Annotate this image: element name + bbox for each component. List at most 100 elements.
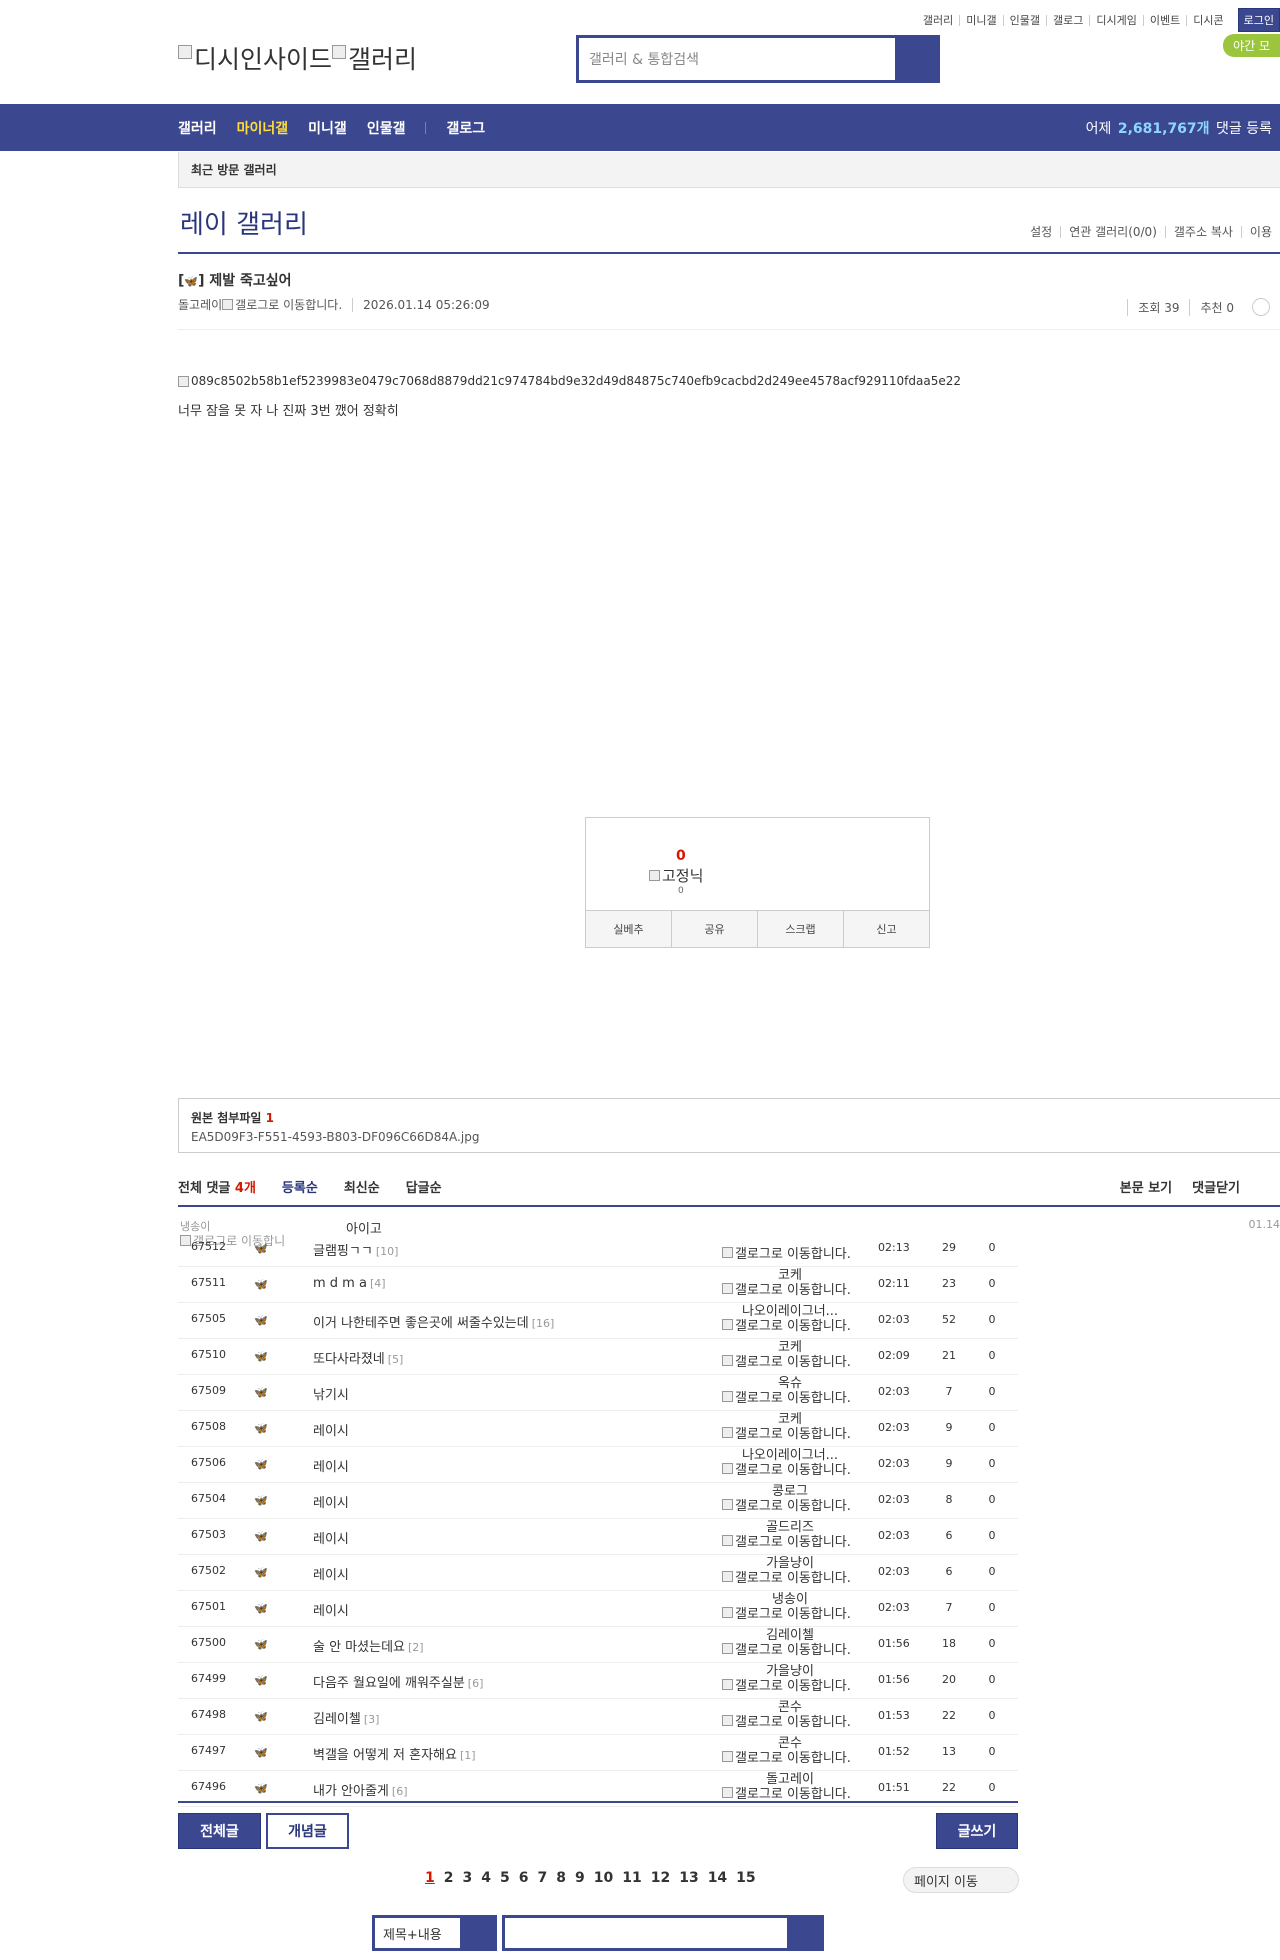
copy-address-link[interactable]: 갤주소 복사 [1164, 226, 1241, 238]
table-row[interactable]: 67508 🦋 레이시 코케 갤로그로 이동합니다. 02:03 9 0 [178, 1411, 1018, 1447]
util-link-persongall[interactable]: 인물갤 [1002, 14, 1046, 26]
fixed-nick-recommend[interactable]: 고정닉 [649, 865, 703, 886]
table-row[interactable]: 67499 🦋 다음주 월요일에 깨워주실분 [6] 가을냥이 갤로그로 이동합니다. 01… [178, 1663, 1018, 1699]
tab-reply-order[interactable]: 답글순 [406, 1177, 442, 1196]
writer-gallog-link[interactable]: 갤로그로 이동합니다. [722, 1387, 851, 1406]
gnb-item-persongall[interactable]: 인물갤 [367, 118, 406, 138]
writer-gallog-link[interactable]: 갤로그로 이동합니다. [722, 1531, 851, 1550]
post-list-title[interactable]: 김레이첼 [3] [313, 1708, 379, 1727]
report-button[interactable]: 신고 [843, 911, 929, 947]
util-link-dcgame[interactable]: 디시게임 [1089, 14, 1142, 26]
post-list-title[interactable]: 글램핑ㄱㄱ [10] [313, 1240, 398, 1259]
night-mode-button[interactable]: 야간 모 [1223, 34, 1280, 57]
writer-gallog-link[interactable]: 갤로그로 이동합니다. [722, 1603, 851, 1622]
page-link[interactable]: 14 [708, 1870, 727, 1886]
writer-gallog-link[interactable]: 갤로그로 이동합니다. [722, 1567, 851, 1586]
post-list-title[interactable]: 레이시 [313, 1456, 352, 1475]
post-list-title[interactable]: 레이시 [313, 1564, 352, 1583]
post-list-title[interactable]: 또다사라졌네 [5] [313, 1348, 403, 1367]
concept-posts-button[interactable]: 개념글 [266, 1813, 349, 1849]
best-recommend-button[interactable]: 실베추 [586, 911, 671, 947]
post-list-title[interactable]: m d m a [4] [313, 1276, 386, 1291]
gnb-item-minorgall[interactable]: 마이너갤 [237, 118, 289, 138]
page-link[interactable]: 6 [519, 1870, 529, 1886]
writer-gallog-link[interactable]: 갤로그로 이동합니다. [722, 1783, 851, 1802]
post-list-title[interactable]: 다음주 월요일에 깨워주실분 [6] [313, 1672, 483, 1691]
write-button[interactable]: 글쓰기 [936, 1813, 1018, 1849]
more-button[interactable] [1252, 298, 1270, 316]
table-row[interactable]: 67509 🦋 낚기시 옥슈 갤로그로 이동합니다. 02:03 7 0 [178, 1375, 1018, 1411]
writer-gallog-link[interactable]: 갤로그로 이동합니다. [722, 1747, 851, 1766]
writer-gallog-link[interactable]: 갤로그로 이동합니다. [722, 1711, 851, 1730]
writer-gallog-link[interactable]: 갤로그로 이동합니다. [722, 1279, 851, 1298]
post-list-title[interactable]: 낚기시 [313, 1384, 352, 1403]
util-link-gallery[interactable]: 갤러리 [917, 15, 959, 26]
writer-gallog-link[interactable]: 갤로그로 이동합니다. [722, 1675, 851, 1694]
table-row[interactable]: 67511 🦋 m d m a [4] 코케 갤로그로 이동합니다. 02:11 23 0 [178, 1267, 1018, 1303]
table-row[interactable]: 67506 🦋 레이시 나오이레이그너... 갤로그로 이동합니다. 02:03 9 0 [178, 1447, 1018, 1483]
table-row[interactable]: 67500 🦋 술 안 마셨는데요 [2] 김레이첼 갤로그로 이동합니다. 01:56 18… [178, 1627, 1018, 1663]
all-posts-button[interactable]: 전체글 [178, 1813, 261, 1849]
gallog-link[interactable]: 갤로그로 이동합니다. [235, 296, 342, 313]
post-author[interactable]: 돌고레이 [178, 296, 222, 313]
post-image[interactable]: 089c8502b58b1ef5239983e0479c7068d8879dd2… [178, 374, 961, 388]
util-link-event[interactable]: 이벤트 [1142, 14, 1186, 26]
page-link[interactable]: 12 [651, 1870, 670, 1886]
post-list-title[interactable]: 내가 안아줄게 [6] [313, 1780, 408, 1799]
gallery-settings-link[interactable]: 설정 [1022, 226, 1060, 238]
share-button[interactable]: 공유 [671, 911, 757, 947]
util-link-dccon[interactable]: 디시콘 [1186, 14, 1229, 26]
scrap-button[interactable]: 스크랩 [757, 911, 843, 947]
gnb-item-gallog[interactable]: 갤로그 [446, 118, 485, 138]
bottom-search-input[interactable] [505, 1918, 787, 1948]
writer-gallog-link[interactable]: 갤로그로 이동합니다. [722, 1315, 851, 1334]
table-row[interactable]: 67510 🦋 또다사라졌네 [5] 코케 갤로그로 이동합니다. 02:09 21 0 [178, 1339, 1018, 1375]
writer-gallog-link[interactable]: 갤로그로 이동합니다. [722, 1243, 851, 1262]
tab-newest[interactable]: 최신순 [344, 1177, 380, 1196]
writer-gallog-link[interactable]: 갤로그로 이동합니다. [722, 1351, 851, 1370]
page-link[interactable]: 11 [622, 1870, 641, 1886]
site-logo[interactable]: 디시인사이드 갤러리 [178, 40, 417, 76]
page-link[interactable]: 5 [500, 1870, 510, 1886]
table-row[interactable]: 67502 🦋 레이시 가을냥이 갤로그로 이동합니다. 02:03 6 0 [178, 1555, 1018, 1591]
table-row[interactable]: 67501 🦋 레이시 냉송이 갤로그로 이동합니다. 02:03 7 0 [178, 1591, 1018, 1627]
recent-gallery-bar[interactable]: 최근 방문 갤러리 [178, 152, 1280, 188]
page-link[interactable]: 3 [463, 1870, 473, 1886]
search-type-select[interactable]: 제목+내용 [372, 1915, 497, 1951]
tab-register-order[interactable]: 등록순 [282, 1177, 318, 1196]
page-link[interactable]: 7 [538, 1870, 548, 1886]
table-row[interactable]: 67497 🦋 벽갤을 어떻게 저 혼자해요 [1] 콘수 갤로그로 이동합니다. 01:5… [178, 1735, 1018, 1771]
post-list-title[interactable]: 레이시 [313, 1600, 352, 1619]
gnb-item-minigall[interactable]: 미니갤 [308, 118, 347, 138]
bottom-search-button[interactable] [787, 1918, 821, 1948]
post-list-title[interactable]: 레이시 [313, 1420, 352, 1439]
post-list-title[interactable]: 벽갤을 어떻게 저 혼자해요 [1] [313, 1744, 476, 1763]
search-button[interactable] [895, 38, 937, 80]
close-comments-button[interactable]: 댓글닫기 [1192, 1177, 1240, 1196]
writer-gallog-link[interactable]: 갤로그로 이동합니다. [722, 1423, 851, 1442]
writer-gallog-link[interactable]: 갤로그로 이동합니다. [722, 1459, 851, 1478]
post-list-title[interactable]: 이거 나한테주면 좋은곳에 써줄수있는데 [16] [313, 1312, 554, 1331]
page-link[interactable]: 8 [556, 1870, 566, 1886]
table-row[interactable]: 67498 🦋 김레이첼 [3] 콘수 갤로그로 이동합니다. 01:53 22 0 [178, 1699, 1018, 1735]
util-link-gallog[interactable]: 갤로그 [1046, 14, 1089, 26]
table-row[interactable]: 67512 🦋 글램핑ㄱㄱ [10] 갤로그로 이동합니다. 02:13 29 0 [178, 1231, 1018, 1267]
table-row[interactable]: 67504 🦋 레이시 콩로그 갤로그로 이동합니다. 02:03 8 0 [178, 1483, 1018, 1519]
page-link[interactable]: 15 [736, 1870, 755, 1886]
attachment-file[interactable]: EA5D09F3-F551-4593-B803-DF096C66D84A.jpg [191, 1130, 1268, 1144]
util-link-minigall[interactable]: 미니갤 [959, 14, 1002, 26]
post-list-title[interactable]: 술 안 마셨는데요 [2] [313, 1636, 424, 1655]
post-list-title[interactable]: 레이시 [313, 1528, 352, 1547]
page-link[interactable]: 1 [425, 1870, 435, 1886]
search-input[interactable]: 갤러리 & 통합검색 [579, 38, 895, 80]
page-link[interactable]: 13 [679, 1870, 698, 1886]
writer-gallog-link[interactable]: 갤로그로 이동합니다. [722, 1639, 851, 1658]
view-body-button[interactable]: 본문 보기 [1120, 1177, 1172, 1196]
post-list-title[interactable]: 레이시 [313, 1492, 352, 1511]
page-link[interactable]: 2 [444, 1870, 454, 1886]
related-gallery-link[interactable]: 연관 갤러리(0/0) [1060, 226, 1165, 238]
page-link[interactable]: 10 [594, 1870, 613, 1886]
page-jump-button[interactable]: 페이지 이동 [903, 1867, 1019, 1893]
table-row[interactable]: 67505 🦋 이거 나한테주면 좋은곳에 써줄수있는데 [16] 나오이레이그너...… [178, 1303, 1018, 1339]
gallery-title[interactable]: 레이 갤러리 [180, 204, 308, 241]
